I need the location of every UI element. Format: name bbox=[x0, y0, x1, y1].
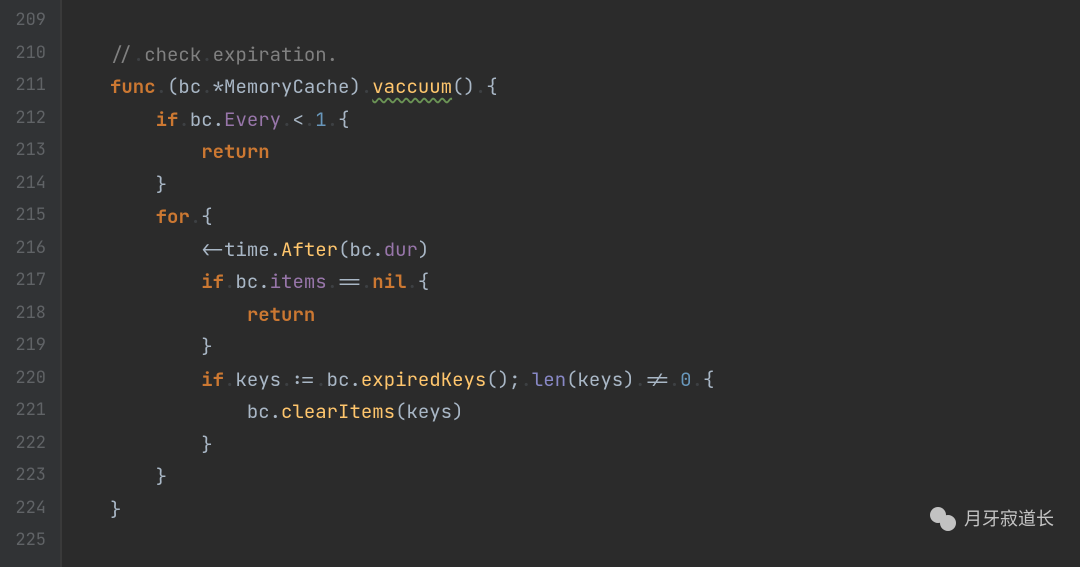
code-line: if.keys.:=.bc.expiredKeys();.len(keys).!… bbox=[110, 364, 1080, 397]
code-line: } bbox=[110, 429, 1080, 462]
code-area[interactable]: //.check.expiration.func.(bc.*MemoryCach… bbox=[62, 0, 1080, 567]
code-line: } bbox=[110, 331, 1080, 364]
code-line: if.bc.Every.<.1.{ bbox=[110, 104, 1080, 137]
line-number: 221 bbox=[10, 394, 46, 427]
code-line bbox=[110, 6, 1080, 39]
code-line: if.bc.items.==.nil.{ bbox=[110, 266, 1080, 299]
line-number: 218 bbox=[10, 297, 46, 330]
line-number: 212 bbox=[10, 102, 46, 135]
watermark-text: 月牙寂道长 bbox=[964, 505, 1054, 531]
code-line: //.check.expiration. bbox=[110, 39, 1080, 72]
code-line: } bbox=[110, 169, 1080, 202]
line-number-gutter: 2092102112122132142152162172182192202212… bbox=[0, 0, 60, 567]
line-number: 219 bbox=[10, 329, 46, 362]
code-line: for.{ bbox=[110, 201, 1080, 234]
wechat-icon bbox=[930, 505, 956, 531]
line-number: 214 bbox=[10, 167, 46, 200]
line-number: 216 bbox=[10, 232, 46, 265]
line-number: 224 bbox=[10, 492, 46, 525]
line-number: 220 bbox=[10, 362, 46, 395]
line-number: 217 bbox=[10, 264, 46, 297]
line-number: 211 bbox=[10, 69, 46, 102]
code-editor: 2092102112122132142152162172182192202212… bbox=[0, 0, 1080, 567]
line-number: 215 bbox=[10, 199, 46, 232]
line-number: 225 bbox=[10, 524, 46, 557]
line-number: 213 bbox=[10, 134, 46, 167]
code-line: return bbox=[110, 136, 1080, 169]
line-number: 209 bbox=[10, 4, 46, 37]
line-number: 210 bbox=[10, 37, 46, 70]
line-number: 222 bbox=[10, 427, 46, 460]
code-line: bc.clearItems(keys) bbox=[110, 396, 1080, 429]
code-line: <-time.After(bc.dur) bbox=[110, 234, 1080, 267]
code-line: } bbox=[110, 461, 1080, 494]
code-line: func.(bc.*MemoryCache).vaccuum().{ bbox=[110, 71, 1080, 104]
code-line: return bbox=[110, 299, 1080, 332]
line-number: 223 bbox=[10, 459, 46, 492]
watermark: 月牙寂道长 bbox=[930, 505, 1054, 531]
